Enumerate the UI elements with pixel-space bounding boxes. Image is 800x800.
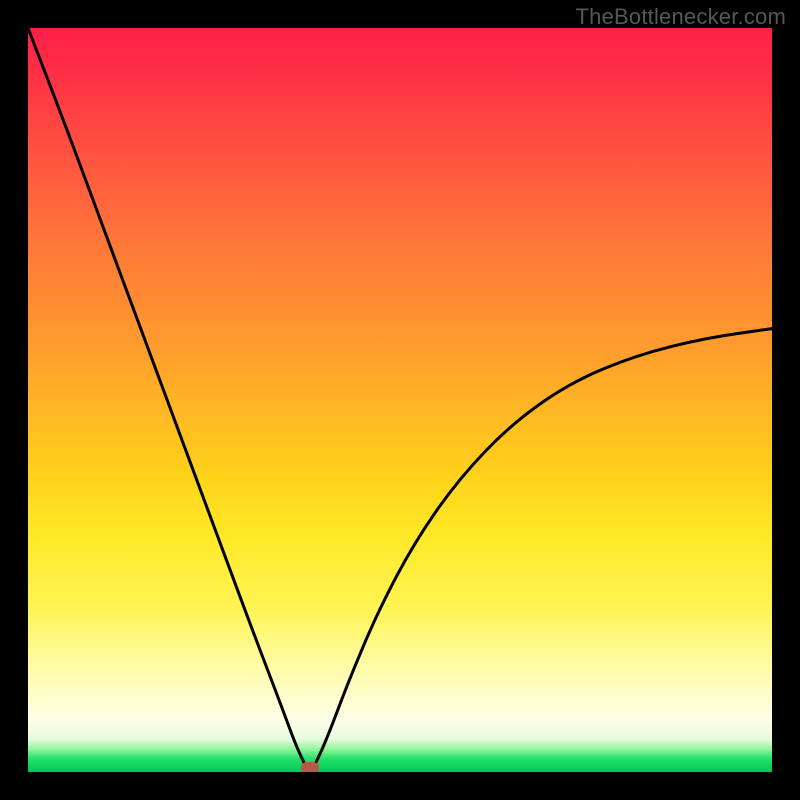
plot-area — [28, 28, 772, 772]
minimum-point-marker — [301, 762, 319, 772]
chart-frame: TheBottlenecker.com — [0, 0, 800, 800]
watermark-text: TheBottlenecker.com — [576, 4, 786, 30]
curve-path — [28, 28, 772, 772]
bottleneck-curve — [28, 28, 772, 772]
